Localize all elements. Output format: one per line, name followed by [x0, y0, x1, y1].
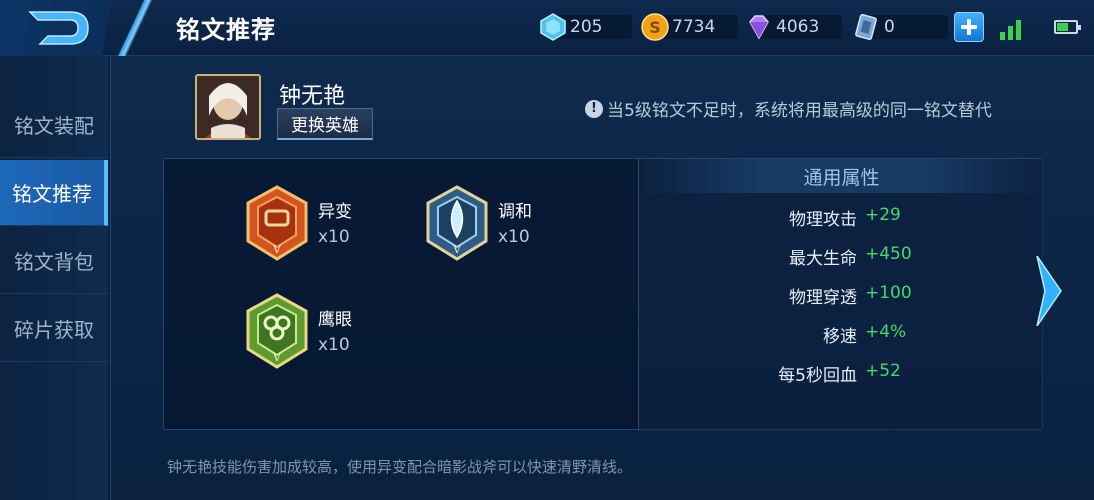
rune-item[interactable]: V 调和 x10: [424, 185, 584, 265]
attribute-row: 移速 +4%: [639, 322, 1045, 352]
signal-icon: [1000, 18, 1030, 40]
purple-gem-icon: [749, 15, 769, 40]
attribute-row: 每5秒回血 +52: [639, 361, 1045, 391]
attribute-panel: 通用属性 物理攻击 +29 最大生命 +450 物理穿透 +100 移速 +4%…: [638, 159, 1044, 431]
red-rune-icon: V: [246, 185, 308, 261]
attribute-label: 移速: [823, 327, 857, 347]
attribute-value: +52: [865, 361, 901, 381]
sidebar-item-label: 铭文装配: [14, 114, 94, 138]
sidebar-item-rune-equip[interactable]: 铭文装配: [0, 92, 108, 158]
info-icon: !: [585, 99, 603, 118]
diamond-count: 205: [570, 17, 603, 37]
page-title: 铭文推荐: [176, 16, 276, 44]
sidebar-item-fragments[interactable]: 碎片获取: [0, 296, 108, 362]
attribute-row: 物理穿透 +100: [639, 283, 1045, 313]
rune-item[interactable]: V 鹰眼 x10: [244, 293, 404, 373]
attribute-label: 最大生命: [789, 249, 857, 269]
header-divider: [108, 0, 168, 56]
gem-count: 4063: [776, 17, 820, 37]
attribute-title: 通用属性: [639, 159, 1044, 193]
attribute-label: 每5秒回血: [778, 366, 857, 386]
blue-rune-icon: V: [426, 185, 488, 261]
currency-diamond: 205: [538, 12, 632, 42]
sidebar-item-rune-bag[interactable]: 铭文背包: [0, 228, 108, 294]
hero-avatar[interactable]: [195, 74, 261, 140]
rune-count: x10: [498, 227, 530, 247]
battery-icon: [1054, 20, 1081, 34]
sidebar-item-label: 铭文推荐: [12, 182, 92, 206]
attribute-row: 最大生命 +450: [639, 244, 1045, 274]
ticket-icon: [855, 14, 877, 40]
hero-portrait-image: [197, 76, 259, 138]
diamond-icon: [540, 13, 566, 41]
attribute-value: +29: [865, 205, 901, 225]
rune-name: 调和: [498, 202, 532, 222]
rune-panel: V 异变 x10 V 调和 x10 V 鹰眼 x10 通用属性 物理攻击 +29…: [163, 158, 1044, 431]
svg-text:S: S: [649, 18, 661, 37]
svg-text:V: V: [272, 351, 282, 364]
gold-count: 7734: [672, 17, 716, 37]
currency-gold: S 7734: [640, 12, 738, 42]
attribute-label: 物理穿透: [789, 288, 857, 308]
rune-count: x10: [318, 227, 350, 247]
currency-ticket: 0: [852, 12, 948, 42]
sidebar-item-label: 碎片获取: [14, 318, 94, 342]
rune-name: 鹰眼: [318, 310, 352, 330]
main-content: 钟无艳 更换英雄 ! 当5级铭文不足时，系统将用最高级的同一铭文替代 V 异变 …: [110, 56, 1094, 500]
rune-notice: ! 当5级铭文不足时，系统将用最高级的同一铭文替代: [585, 96, 992, 121]
rune-item[interactable]: V 异变 x10: [244, 185, 404, 265]
sidebar-item-label: 铭文背包: [14, 250, 94, 274]
rune-count: x10: [318, 335, 350, 355]
notice-text: 当5级铭文不足时，系统将用最高级的同一铭文替代: [607, 101, 992, 121]
change-hero-button[interactable]: 更换英雄: [277, 108, 373, 140]
green-rune-icon: V: [246, 293, 308, 369]
hero-name: 钟无艳: [279, 84, 346, 109]
hint-text: 钟无艳技能伤害加成较高，使用异变配合暗影战斧可以快速清野清线。: [167, 458, 633, 476]
svg-text:V: V: [272, 243, 282, 256]
ticket-count: 0: [884, 17, 895, 37]
next-page-arrow-icon[interactable]: [1035, 256, 1063, 326]
attribute-label: 物理攻击: [789, 210, 857, 230]
svg-text:V: V: [452, 243, 462, 256]
attribute-value: +4%: [865, 322, 907, 342]
top-bar: 铭文推荐 205 S 7734 4063 0: [0, 0, 1094, 56]
recharge-button[interactable]: [954, 12, 984, 42]
gold-coin-icon: S: [641, 13, 669, 41]
sidebar: 铭文装配 铭文推荐 铭文背包 碎片获取: [0, 56, 108, 500]
currency-gem: 4063: [744, 12, 842, 42]
attribute-value: +100: [865, 283, 912, 303]
attribute-row: 物理攻击 +29: [639, 205, 1045, 235]
sidebar-item-rune-recommend[interactable]: 铭文推荐: [0, 160, 108, 226]
rune-name: 异变: [318, 202, 352, 222]
back-arrow-icon: [28, 11, 89, 45]
attribute-value: +450: [865, 244, 912, 264]
